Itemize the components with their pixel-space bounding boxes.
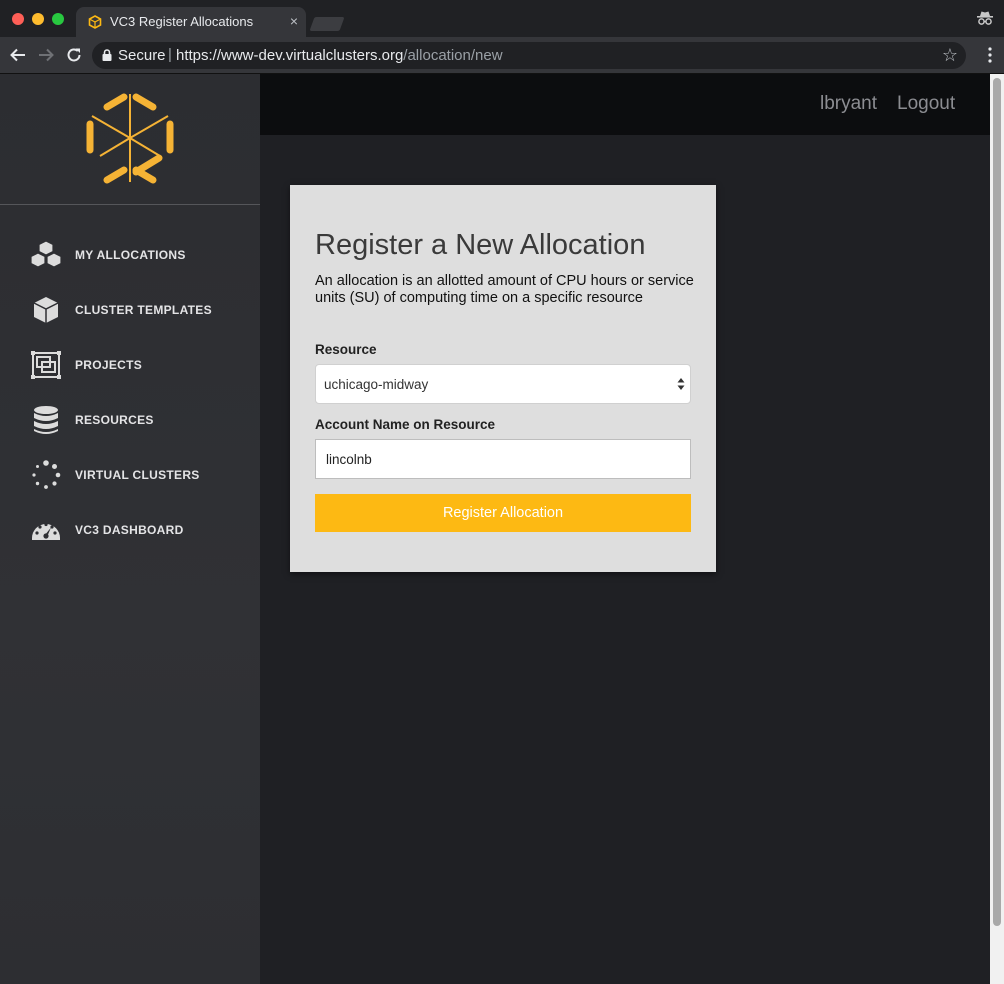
page-description: An allocation is an allotted amount of C…	[315, 273, 694, 306]
sidebar-item-label: VIRTUAL CLUSTERS	[75, 468, 200, 482]
resource-label: Resource	[315, 342, 377, 357]
browser-toolbar: Secure | https://www-dev.virtualclusters…	[0, 37, 1004, 74]
sidebar-item-resources[interactable]: RESOURCES	[0, 400, 260, 440]
back-arrow-icon[interactable]	[8, 45, 28, 65]
minimize-window-button[interactable]	[32, 13, 44, 25]
tab-title: VC3 Register Allocations	[110, 14, 254, 29]
incognito-icon	[977, 11, 993, 25]
cube-icon	[33, 297, 59, 323]
sidebar-divider	[0, 204, 260, 205]
maximize-window-button[interactable]	[52, 13, 64, 25]
close-window-button[interactable]	[12, 13, 24, 25]
bookmark-star-icon[interactable]: ☆	[942, 45, 958, 66]
spinner-icon	[32, 460, 61, 489]
new-tab-button[interactable]	[309, 17, 345, 31]
account-name-input[interactable]: lincolnb	[315, 439, 691, 479]
lock-icon	[102, 49, 112, 61]
register-allocation-button[interactable]: Register Allocation	[315, 494, 691, 532]
select-arrows-icon	[677, 378, 685, 390]
reload-icon[interactable]	[64, 45, 84, 65]
sidebar-item-my-allocations[interactable]: MY ALLOCATIONS	[0, 235, 260, 275]
sidebar: MY ALLOCATIONS CLUSTER TEMPLATES PROJECT…	[0, 74, 260, 984]
url-base: https://www-dev.virtualclusters.org	[176, 47, 404, 64]
forward-arrow-icon[interactable]	[36, 45, 56, 65]
sidebar-item-label: MY ALLOCATIONS	[75, 248, 186, 262]
page-title: Register a New Allocation	[315, 229, 646, 261]
database-icon	[34, 406, 58, 434]
browser-menu-icon[interactable]	[988, 46, 992, 64]
secure-label: Secure	[118, 47, 166, 64]
account-name-value: lincolnb	[326, 452, 372, 467]
url-text: https://www-dev.virtualclusters.org/allo…	[176, 47, 503, 64]
sidebar-item-cluster-templates[interactable]: CLUSTER TEMPLATES	[0, 290, 260, 330]
sidebar-item-projects[interactable]: PROJECTS	[0, 345, 260, 385]
sidebar-item-label: CLUSTER TEMPLATES	[75, 303, 212, 317]
scrollbar-thumb[interactable]	[993, 78, 1001, 926]
address-bar[interactable]: Secure | https://www-dev.virtualclusters…	[92, 42, 966, 69]
vc3-logo-icon[interactable]	[80, 90, 180, 188]
account-name-label: Account Name on Resource	[315, 417, 496, 432]
username-link[interactable]: lbryant	[820, 93, 877, 115]
sidebar-item-label: VC3 DASHBOARD	[75, 523, 184, 537]
cubes-icon	[30, 240, 62, 268]
sidebar-item-virtual-clusters[interactable]: VIRTUAL CLUSTERS	[0, 455, 260, 495]
page-scrollbar[interactable]	[990, 74, 1004, 984]
sidebar-item-vc3-dashboard[interactable]: VC3 DASHBOARD	[0, 510, 260, 550]
browser-tab[interactable]: VC3 Register Allocations ×	[76, 7, 306, 37]
resource-select-value: uchicago-midway	[324, 377, 429, 392]
vc3-favicon-icon	[88, 15, 102, 29]
resource-select[interactable]: uchicago-midway	[315, 364, 691, 404]
url-separator: |	[168, 46, 172, 63]
page-viewport: MY ALLOCATIONS CLUSTER TEMPLATES PROJECT…	[0, 74, 1004, 984]
register-allocation-card: Register a New Allocation An allocation …	[290, 185, 716, 572]
projects-icon	[31, 351, 61, 379]
tab-close-icon[interactable]: ×	[290, 13, 298, 29]
url-path: /allocation/new	[403, 47, 503, 64]
logout-link[interactable]: Logout	[897, 93, 955, 115]
sidebar-item-label: RESOURCES	[75, 413, 154, 427]
sidebar-item-label: PROJECTS	[75, 358, 143, 372]
top-navbar: lbryant Logout	[260, 74, 990, 135]
browser-titlebar: VC3 Register Allocations ×	[0, 0, 1004, 37]
dashboard-icon	[32, 522, 60, 540]
